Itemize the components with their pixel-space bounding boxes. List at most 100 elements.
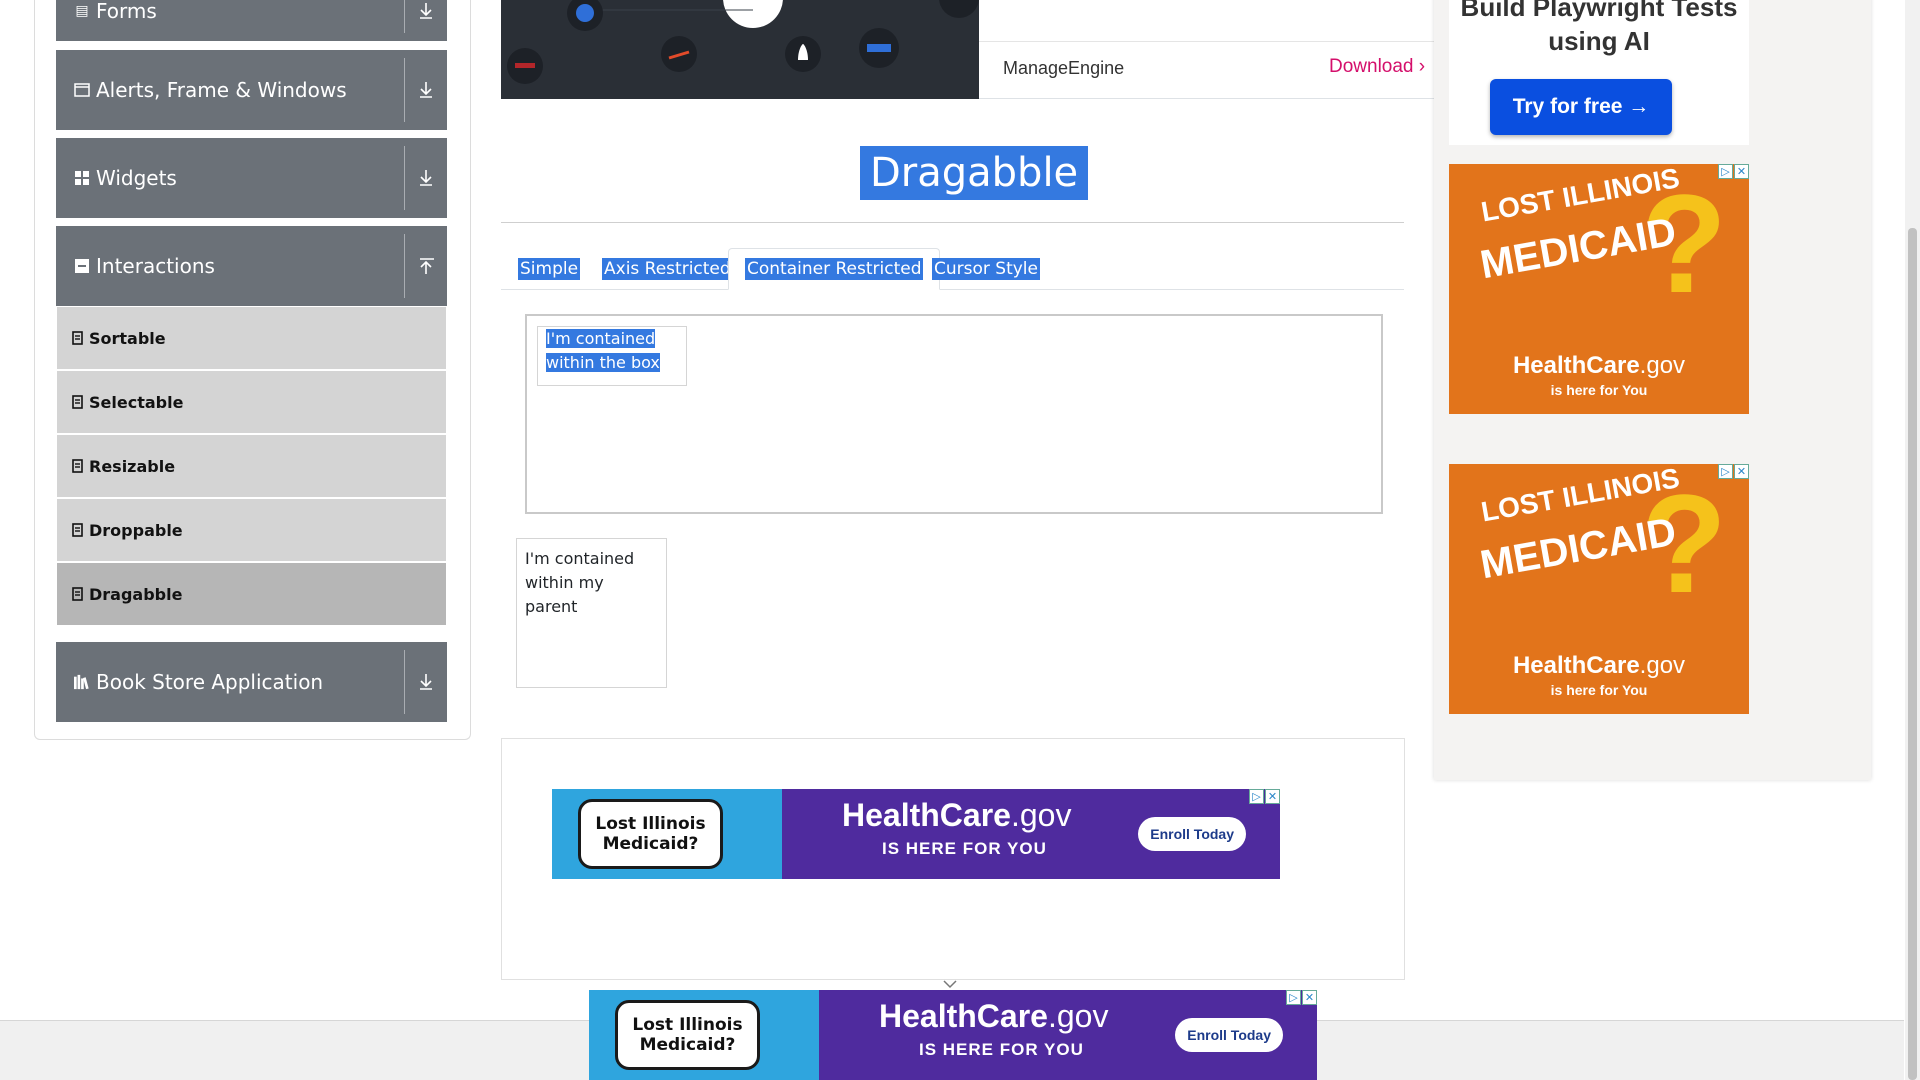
sidebar-item-sortable[interactable]: Sortable xyxy=(57,307,446,369)
group-widgets[interactable]: Widgets xyxy=(56,138,447,218)
tab-label: Axis Restricted xyxy=(602,258,733,280)
divider xyxy=(404,146,405,210)
download-arrow-icon[interactable] xyxy=(415,671,437,693)
brand: HealthCare xyxy=(842,797,1011,833)
ad-tagline: is here for You xyxy=(1550,682,1648,698)
ad-tagline: is here for You xyxy=(1550,382,1648,398)
healthcare-logo: HealthCare.gov xyxy=(879,998,1108,1035)
page-icon xyxy=(71,395,83,409)
sidebar-item-label: Resizable xyxy=(89,456,176,476)
enroll-today-button[interactable]: Enroll Today xyxy=(1138,817,1246,851)
sidebar-item-dragabble[interactable]: Dragabble xyxy=(57,563,446,625)
ad-headline: Build Playwright Tests using AI xyxy=(1460,0,1738,56)
sidebar-item-droppable[interactable]: Droppable xyxy=(57,499,446,561)
tab-label: Container Restricted xyxy=(745,258,924,280)
page-icon xyxy=(71,459,83,473)
group-label: Alerts, Frame & Windows xyxy=(96,78,347,102)
badge-line: Medicaid? xyxy=(602,834,699,854)
ad-tagline: IS HERE FOR YOU xyxy=(919,1040,1084,1059)
download-arrow-icon[interactable] xyxy=(415,167,437,189)
group-label: Book Store Application xyxy=(96,670,324,694)
scrollbar-thumb[interactable] xyxy=(1908,228,1917,1080)
group-interactions[interactable]: Interactions xyxy=(56,226,447,306)
download-arrow-icon[interactable] xyxy=(415,0,437,22)
badge-line: Lost Illinois xyxy=(595,814,706,834)
group-forms[interactable]: ▤ Forms xyxy=(56,0,447,41)
close-icon[interactable]: ✕ xyxy=(1302,990,1317,1005)
sidebar-item-label: Dragabble xyxy=(89,584,183,604)
tab-label: Simple xyxy=(518,258,581,280)
tab-container-restricted[interactable]: Container Restricted xyxy=(728,248,941,290)
medicaid-ad-1[interactable]: ? LOST ILLINOIS MEDICAID HealthCare.gov … xyxy=(1449,164,1749,414)
close-icon[interactable]: ✕ xyxy=(1734,464,1749,479)
ad-choices[interactable]: ▷ ✕ xyxy=(1285,990,1317,1005)
page-icon xyxy=(71,523,83,537)
adchoices-icon[interactable]: ▷ xyxy=(1249,789,1264,804)
draggable-box[interactable]: I'm contained within the box xyxy=(537,326,687,386)
page-icon xyxy=(71,331,83,345)
download-link[interactable]: Download › xyxy=(1329,56,1425,78)
network-ad-image[interactable] xyxy=(501,0,979,99)
enroll-today-button[interactable]: Enroll Today xyxy=(1175,1018,1283,1052)
try-for-free-button[interactable]: Try for free → xyxy=(1490,79,1672,135)
divider xyxy=(404,0,405,33)
download-arrow-icon[interactable] xyxy=(415,79,437,101)
divider xyxy=(404,234,405,298)
healthcare-banner-ad[interactable]: Lost Illinois Medicaid? HealthCare.gov I… xyxy=(552,789,1280,879)
window-icon xyxy=(74,82,90,98)
ad-choices[interactable]: ▷ ✕ xyxy=(1717,464,1749,479)
tab-cursor-style[interactable]: Cursor Style xyxy=(916,248,1056,290)
badge-line: Lost Illinois xyxy=(632,1015,743,1035)
adchoices-icon[interactable]: ▷ xyxy=(1718,164,1733,179)
group-label: Widgets xyxy=(96,166,177,190)
interactions-icon xyxy=(74,258,90,274)
group-label: Interactions xyxy=(96,254,215,278)
tld: .gov xyxy=(1639,652,1686,679)
divider xyxy=(404,58,405,122)
healthcare-logo: HealthCare.gov xyxy=(1449,352,1749,380)
tld: .gov xyxy=(1639,352,1686,379)
sidebar-item-label: Sortable xyxy=(89,328,166,348)
medicaid-ad-2[interactable]: ? LOST ILLINOIS MEDICAID HealthCare.gov … xyxy=(1449,464,1749,714)
sidebar-item-resizable[interactable]: Resizable xyxy=(57,435,446,497)
brand: HealthCare xyxy=(1512,652,1640,679)
manageengine-ad[interactable]: ManageEngine Download › xyxy=(979,0,1439,99)
tab-simple[interactable]: Simple xyxy=(502,248,596,290)
ad-choices[interactable]: ▷ ✕ xyxy=(1717,164,1749,179)
chevron-right-icon: › xyxy=(1418,56,1426,77)
close-icon[interactable]: ✕ xyxy=(1734,164,1749,179)
sticky-healthcare-banner-ad[interactable]: Lost Illinois Medicaid? HealthCare.gov I… xyxy=(589,990,1317,1080)
group-label: Forms xyxy=(96,0,157,23)
upload-arrow-icon[interactable] xyxy=(415,255,437,277)
sidebar-item-label: Droppable xyxy=(89,520,183,540)
ad-choices[interactable]: ▷ ✕ xyxy=(1248,789,1280,804)
divider xyxy=(979,41,1439,42)
close-icon[interactable]: ✕ xyxy=(1265,789,1280,804)
sidebar-item-label: Selectable xyxy=(89,392,184,412)
group-book-store[interactable]: Book Store Application xyxy=(56,642,447,722)
adchoices-icon[interactable]: ▷ xyxy=(1286,990,1301,1005)
divider xyxy=(404,650,405,714)
page-title: Dragabble xyxy=(860,146,1089,200)
form-icon: ▤ xyxy=(75,2,89,19)
healthcare-logo: HealthCare.gov xyxy=(1449,652,1749,680)
sidebar-item-selectable[interactable]: Selectable xyxy=(57,371,446,433)
vendor-name: ManageEngine xyxy=(1003,58,1125,78)
ad-tagline: IS HERE FOR YOU xyxy=(882,839,1047,858)
tab-label: Cursor Style xyxy=(932,258,1040,280)
badge-line: Medicaid? xyxy=(639,1035,736,1055)
adchoices-icon[interactable]: ▷ xyxy=(1718,464,1733,479)
brand: HealthCare xyxy=(1512,352,1640,379)
healthcare-logo: HealthCare.gov xyxy=(842,797,1071,834)
group-alerts-frame-windows[interactable]: Alerts, Frame & Windows xyxy=(56,50,447,130)
tld: .gov xyxy=(1047,998,1109,1034)
divider xyxy=(501,222,1404,223)
tab-axis-restricted[interactable]: Axis Restricted xyxy=(586,248,749,290)
draggable-box-text: I'm contained within the box xyxy=(546,329,660,372)
page-icon xyxy=(71,587,83,601)
download-label: Download xyxy=(1329,56,1414,77)
draggable-parent-text[interactable]: I'm contained within my parent xyxy=(516,538,667,688)
ad-badge: Lost Illinois Medicaid? xyxy=(578,799,723,869)
tld: .gov xyxy=(1010,797,1072,833)
brand: HealthCare xyxy=(879,998,1048,1034)
